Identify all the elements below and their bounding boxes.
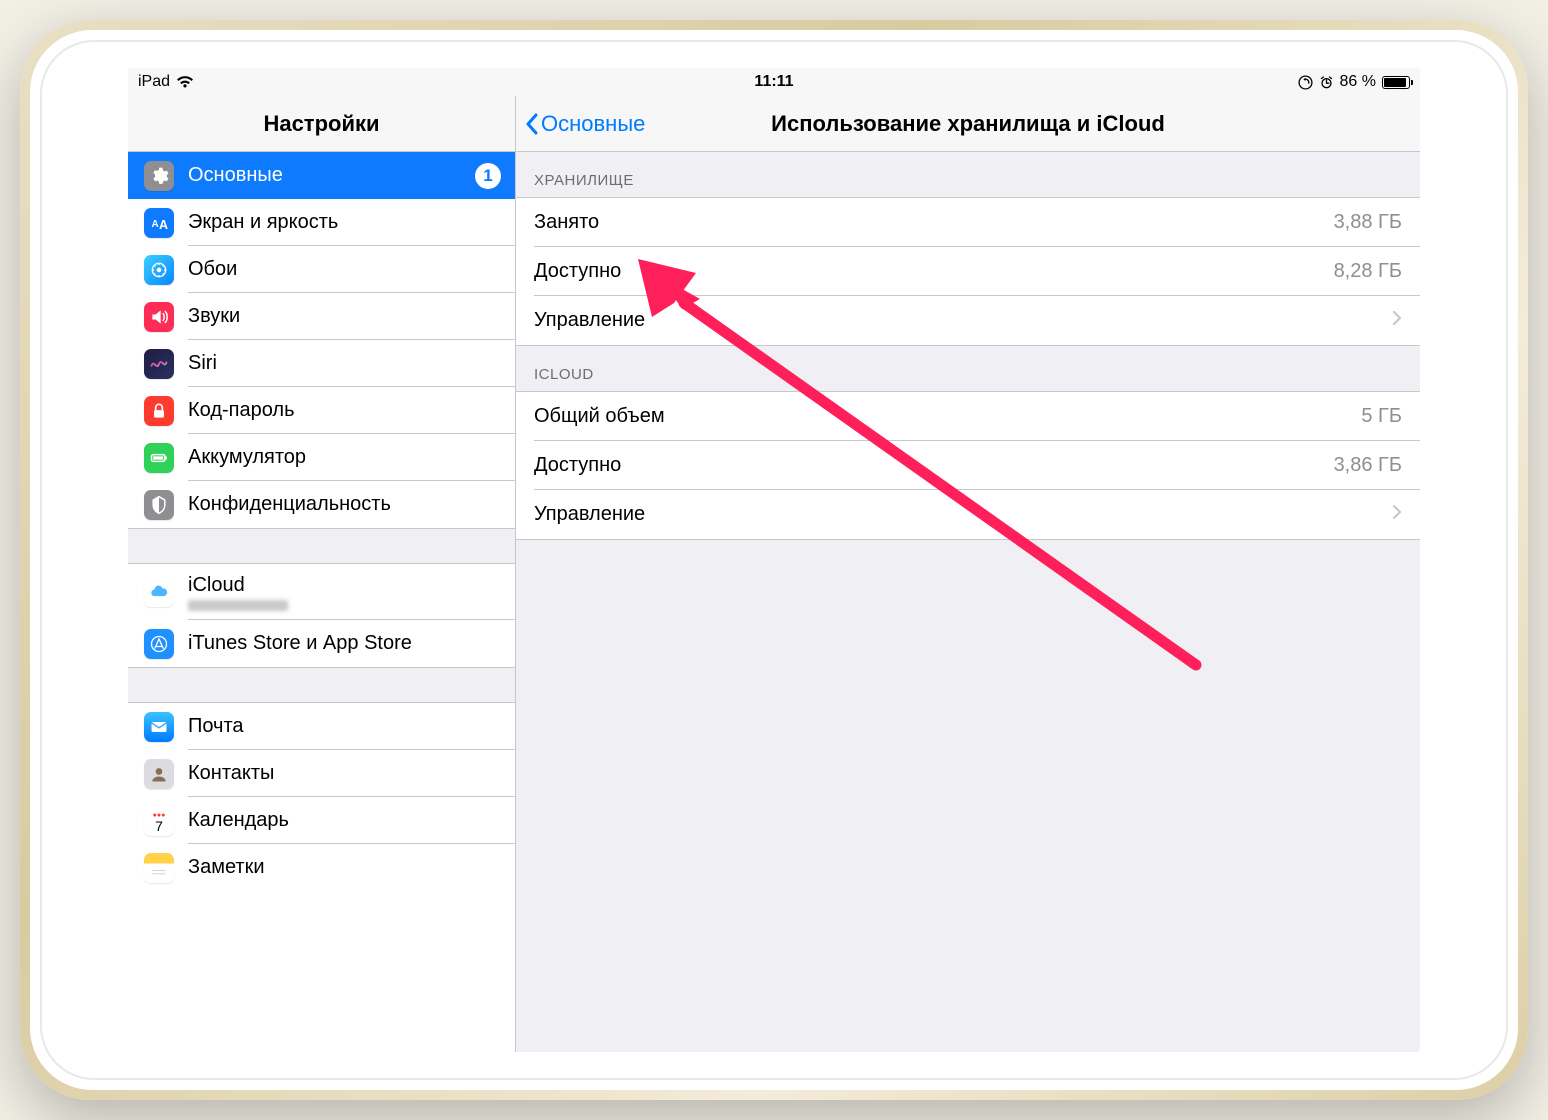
alarm-icon	[1319, 75, 1334, 90]
sidebar-item-notes[interactable]: Заметки	[128, 844, 515, 891]
battery-icon	[144, 443, 174, 473]
row-value: 3,86 ГБ	[1334, 454, 1402, 477]
sidebar-item-mail[interactable]: Почта	[128, 703, 515, 750]
sidebar-item-label: Экран и яркость	[188, 211, 501, 234]
detail-row[interactable]: Управление	[516, 490, 1420, 539]
ipad-frame: iPad 11:11 86 %	[20, 20, 1528, 1100]
sidebar-item-passcode[interactable]: Код-пароль	[128, 387, 515, 434]
sound-icon	[144, 302, 174, 332]
sidebar-item-siri[interactable]: Siri	[128, 340, 515, 387]
sidebar-item-stores[interactable]: iTunes Store и App Store	[128, 620, 515, 667]
row-key: Занято	[534, 211, 1334, 234]
sidebar-nav: Настройки	[128, 96, 516, 151]
sidebar-item-label: Контакты	[188, 762, 501, 785]
contacts-icon	[144, 759, 174, 789]
battery-text: 86 %	[1340, 73, 1376, 91]
privacy-icon	[144, 490, 174, 520]
settings-sidebar[interactable]: Основные1 AA Экран и яркость Обои Звуки Siri К…	[128, 152, 516, 1052]
lock-icon	[144, 396, 174, 426]
detail-row: Занято3,88 ГБ	[516, 198, 1420, 247]
detail-row: Общий объем5 ГБ	[516, 392, 1420, 441]
detail-row: Доступно3,86 ГБ	[516, 441, 1420, 490]
calendar-icon: ●●●7	[144, 806, 174, 836]
detail-title: Использование хранилища и iCloud	[771, 111, 1165, 137]
sidebar-item-label: Календарь	[188, 809, 501, 832]
row-key: Доступно	[534, 454, 1334, 477]
sidebar-item-label: Аккумулятор	[188, 446, 501, 469]
row-value: 5 ГБ	[1361, 405, 1402, 428]
row-key: Управление	[534, 503, 1384, 526]
sidebar-item-label: Заметки	[188, 856, 501, 879]
sidebar-item-label: iTunes Store и App Store	[188, 632, 501, 655]
svg-text:A: A	[159, 217, 168, 231]
gear-icon	[144, 161, 174, 191]
sidebar-item-icloud[interactable]: iCloud	[128, 564, 515, 620]
icloud-icon	[144, 577, 174, 607]
display-icon: AA	[144, 208, 174, 238]
mail-icon	[144, 712, 174, 742]
detail-nav: Основные Использование хранилища и iClou…	[516, 96, 1420, 151]
row-value: 8,28 ГБ	[1334, 260, 1402, 283]
sidebar-title: Настройки	[263, 111, 379, 137]
status-bar: iPad 11:11 86 %	[128, 68, 1420, 96]
sidebar-item-calendar[interactable]: ●●●7 Календарь	[128, 797, 515, 844]
rotation-lock-icon	[1298, 75, 1313, 90]
siri-icon	[144, 349, 174, 379]
appstore-icon	[144, 629, 174, 659]
chevron-right-icon	[1392, 503, 1402, 526]
sidebar-item-label: Конфиденциальность	[188, 493, 501, 516]
detail-row[interactable]: Управление	[516, 296, 1420, 345]
sidebar-item-contacts[interactable]: Контакты	[128, 750, 515, 797]
notes-icon	[144, 853, 174, 883]
sidebar-item-display[interactable]: AA Экран и яркость	[128, 199, 515, 246]
sidebar-item-label: Почта	[188, 715, 501, 738]
sidebar-item-label: Обои	[188, 258, 501, 281]
detail-pane[interactable]: ХРАНИЛИЩЕЗанято3,88 ГБДоступно8,28 ГБУпр…	[516, 152, 1420, 1052]
battery-icon	[1382, 76, 1410, 89]
sidebar-item-label: Основные	[188, 164, 475, 187]
badge: 1	[475, 163, 501, 189]
sidebar-item-sounds[interactable]: Звуки	[128, 293, 515, 340]
screen: iPad 11:11 86 %	[128, 68, 1420, 1052]
row-key: Доступно	[534, 260, 1334, 283]
row-key: Управление	[534, 309, 1384, 332]
detail-row: Доступно8,28 ГБ	[516, 247, 1420, 296]
wifi-icon	[176, 75, 194, 89]
row-key: Общий объем	[534, 405, 1361, 428]
sidebar-item-general[interactable]: Основные1	[128, 152, 515, 199]
section-header: ХРАНИЛИЩЕ	[516, 152, 1420, 197]
wallpaper-icon	[144, 255, 174, 285]
sidebar-item-wallpaper[interactable]: Обои	[128, 246, 515, 293]
icloud-account-redacted	[188, 600, 288, 611]
row-value: 3,88 ГБ	[1334, 211, 1402, 234]
back-label: Основные	[541, 111, 645, 137]
back-button[interactable]: Основные	[524, 111, 645, 137]
device-label: iPad	[138, 73, 170, 91]
sidebar-item-battery[interactable]: Аккумулятор	[128, 434, 515, 481]
clock: 11:11	[754, 73, 793, 91]
section-header: ICLOUD	[516, 346, 1420, 391]
sidebar-item-label: Код-пароль	[188, 399, 501, 422]
sidebar-item-label: Звуки	[188, 305, 501, 328]
sidebar-item-privacy[interactable]: Конфиденциальность	[128, 481, 515, 528]
sidebar-item-label: iCloud	[188, 574, 501, 597]
chevron-right-icon	[1392, 309, 1402, 332]
sidebar-item-label: Siri	[188, 352, 501, 375]
svg-text:A: A	[152, 219, 159, 230]
